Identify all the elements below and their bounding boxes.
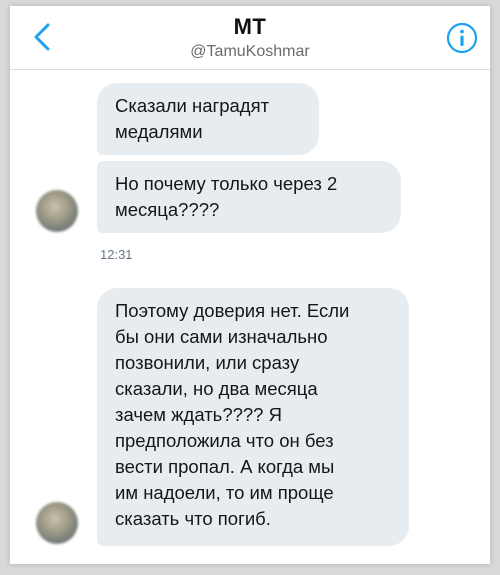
conversation-title: MT [233,14,267,39]
message-timestamp: 12:31 [100,247,133,262]
message-bubble[interactable]: Сказали наградят медалями [97,83,319,155]
conversation-header: MT @TamuKoshmar [10,6,490,70]
message-list[interactable]: Сказали наградят медалями Но почему толь… [10,70,490,564]
info-button[interactable] [446,22,478,54]
message-bubble[interactable]: Поэтому доверия нет. Если бы они сами из… [97,288,409,546]
conversation-handle: @TamuKoshmar [190,43,310,60]
dm-conversation-screen: MT @TamuKoshmar Сказали наградят медалям… [10,6,490,564]
message-bubble[interactable]: Но почему только через 2 месяца???? [97,161,401,233]
avatar[interactable] [36,502,78,544]
avatar[interactable] [36,190,78,232]
info-icon [446,22,478,54]
